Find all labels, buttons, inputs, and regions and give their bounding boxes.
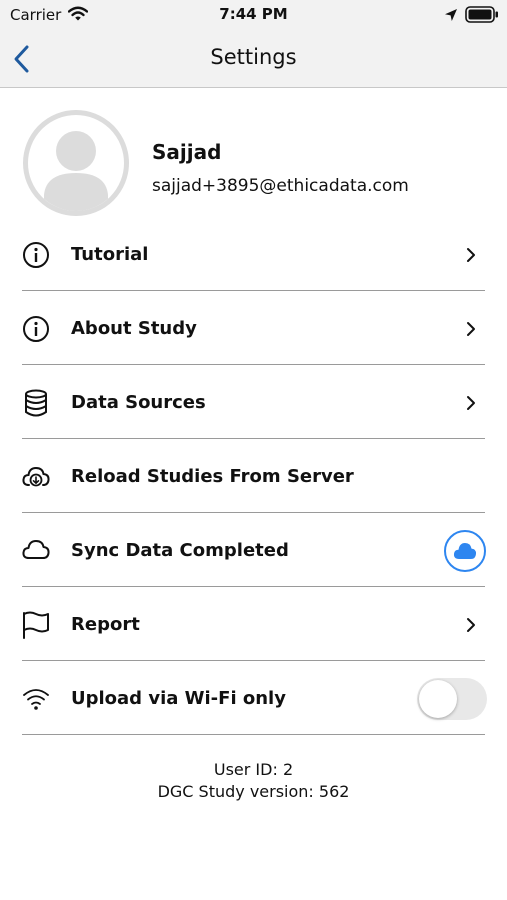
settings-row-wifi-only: Upload via Wi-Fi only (0, 661, 507, 735)
settings-row-reload-studies[interactable]: Reload Studies From Server (0, 439, 507, 513)
location-arrow-icon (444, 7, 458, 26)
settings-row-label: About Study (71, 318, 197, 339)
study-version-label: DGC Study version: 562 (157, 782, 350, 801)
chevron-right-icon (464, 246, 478, 264)
settings-row-report[interactable]: Report (0, 587, 507, 661)
battery-icon (465, 6, 499, 27)
page-title: Settings (210, 45, 297, 69)
wifi-only-toggle[interactable] (417, 678, 487, 720)
wifi-icon (22, 685, 50, 713)
status-time: 7:44 PM (219, 5, 288, 23)
settings-row-label: Reload Studies From Server (71, 466, 354, 487)
profile-name: Sajjad (152, 140, 222, 164)
sync-status-button[interactable] (444, 530, 486, 572)
chevron-right-icon (464, 320, 478, 338)
chevron-right-icon (464, 616, 478, 634)
settings-row-label: Upload via Wi-Fi only (71, 688, 286, 709)
avatar (23, 110, 129, 216)
settings-row-label: Report (71, 614, 140, 635)
navigation-bar: Settings (0, 30, 507, 88)
settings-row-label: Data Sources (71, 392, 206, 413)
info-circle-icon (22, 315, 50, 343)
database-icon (22, 389, 50, 417)
cloud-icon (22, 537, 50, 565)
user-id-label: User ID: 2 (213, 760, 294, 779)
settings-row-data-sources[interactable]: Data Sources (0, 365, 507, 439)
settings-row-label: Tutorial (71, 244, 149, 265)
settings-row-sync-data[interactable]: Sync Data Completed (0, 513, 507, 587)
cloud-download-icon (22, 463, 50, 491)
divider (22, 734, 485, 735)
chevron-right-icon (464, 394, 478, 412)
flag-icon (22, 611, 50, 639)
status-bar: Carrier 7:44 PM (0, 0, 507, 30)
toggle-knob (419, 680, 457, 718)
settings-row-about-study[interactable]: About Study (0, 291, 507, 365)
settings-row-tutorial[interactable]: Tutorial (0, 217, 507, 291)
info-circle-icon (22, 241, 50, 269)
settings-row-label: Sync Data Completed (71, 540, 289, 561)
profile-email: sajjad+3895@ethicadata.com (152, 176, 409, 196)
